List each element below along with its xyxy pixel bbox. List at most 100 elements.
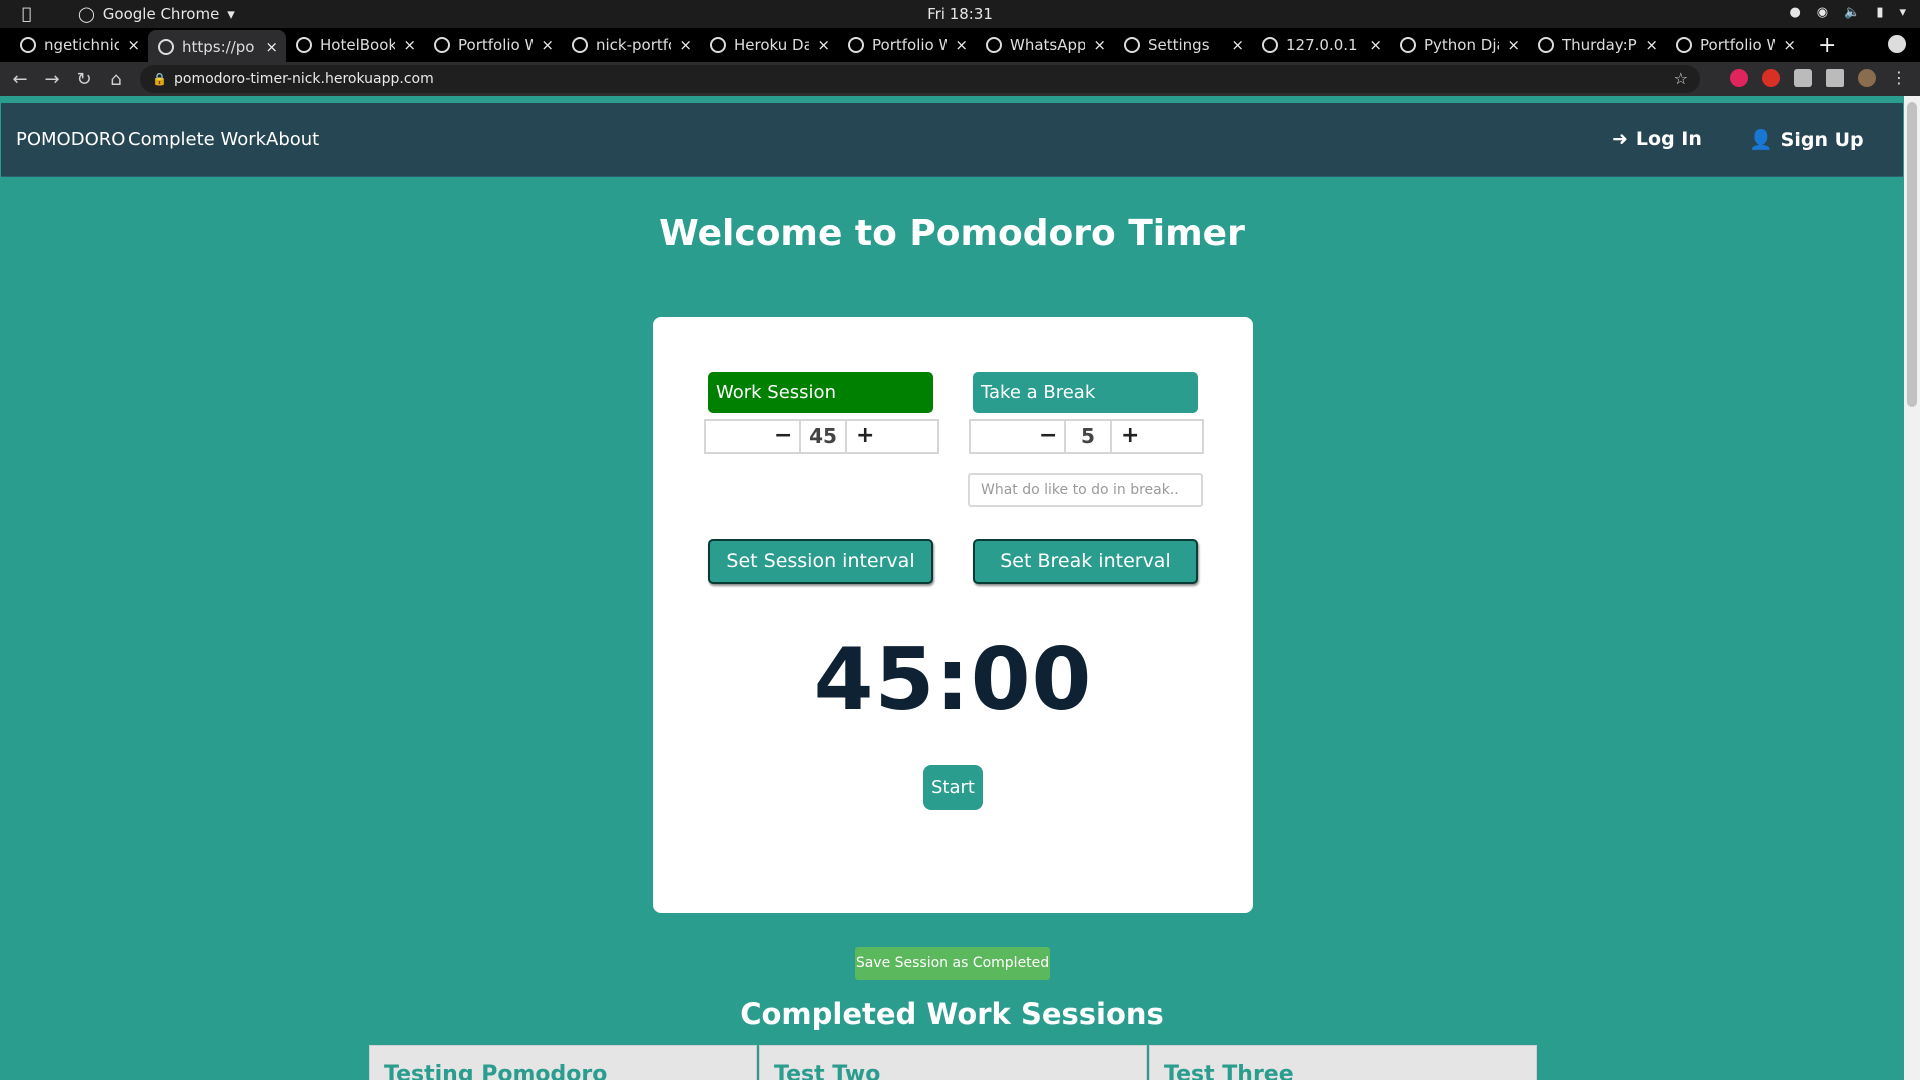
close-icon[interactable]: × [955,36,968,54]
chevron-down-icon[interactable]: ▾ [1899,5,1906,20]
close-icon[interactable]: × [1231,36,1244,54]
login-label: Log In [1635,128,1702,150]
tab-title: 127.0.0.1 [1286,36,1358,54]
break-increment-button[interactable]: + [1121,423,1139,448]
system-tray[interactable]: ● ◉ 🔈 ▮ ▾ [1789,5,1906,20]
nav-link-about[interactable]: About [266,129,319,150]
lock-icon[interactable]: 🔒 [152,65,167,93]
reload-icon[interactable]: ↻ [68,69,100,90]
page-scrollbar[interactable] [1904,96,1920,1080]
close-icon[interactable]: × [1783,36,1796,54]
browser-tab[interactable]: Portfolio W × [838,30,976,60]
login-link[interactable]: ➜ Log In [1612,128,1702,150]
url-input[interactable]: 🔒 pomodoro-timer-nick.herokuapp.com ☆ [140,65,1700,93]
work-session-button[interactable]: Work Session [708,372,933,413]
browser-tab[interactable]: ngetichnic × [10,30,148,60]
scrollbar-thumb[interactable] [1907,102,1917,407]
close-icon[interactable]: × [265,38,278,56]
break-decrement-button[interactable]: − [1039,423,1057,448]
tab-title: ngetichnic [44,36,120,54]
browser-tab[interactable]: 127.0.0.1 × [1252,30,1390,60]
signup-link[interactable]: 👤 Sign Up [1749,128,1864,152]
work-decrement-button[interactable]: − [774,423,792,448]
avatar[interactable] [1858,69,1876,87]
tab-title: nick-portfo [596,36,672,54]
session-card[interactable]: Test Two [759,1045,1147,1080]
browser-tab[interactable]: Thurday:P × [1528,30,1666,60]
break-activity-input[interactable]: What do like to do in break.. [968,473,1203,507]
session-card[interactable]: Test Three [1149,1045,1537,1080]
take-break-button[interactable]: Take a Break [973,372,1198,413]
close-icon[interactable]: × [1645,36,1658,54]
completed-sessions-list: Testing Pomodoro Test Two Test Three [369,1045,1537,1080]
set-break-interval-button[interactable]: Set Break interval [973,539,1198,584]
extension-hand-icon[interactable] [1762,69,1780,87]
session-card[interactable]: Testing Pomodoro [369,1045,757,1080]
tab-title: Heroku Da [734,36,810,54]
globe-icon [1676,37,1692,53]
gear-icon [1124,37,1140,53]
tab-search-icon[interactable] [1888,35,1906,53]
bookmark-star-icon[interactable]: ☆ [1674,65,1688,93]
nav-link-complete-work[interactable]: Complete Work [128,129,266,150]
heroku-icon [710,37,726,53]
home-icon[interactable]: ⌂ [100,69,132,90]
tab-title: Portfolio W [1700,36,1776,54]
browser-tab[interactable]: Portfolio W × [1666,30,1804,60]
close-icon[interactable]: × [679,36,692,54]
browser-tab[interactable]: Heroku Da × [700,30,838,60]
close-icon[interactable]: × [127,36,140,54]
globe-icon [434,37,450,53]
save-session-button[interactable]: Save Session as Completed [855,947,1050,980]
browser-tab[interactable]: https://po × [148,30,286,64]
completed-sessions-heading: Completed Work Sessions [740,997,1164,1031]
loading-icon [1538,37,1554,53]
tab-title: Python Dja [1424,36,1500,54]
globe-icon [1262,37,1278,53]
user-plus-icon: 👤 [1749,129,1773,151]
extensions: ⋮ [1730,69,1908,87]
timer-display: 45:00 [813,630,1093,730]
work-increment-button[interactable]: + [856,423,874,448]
accessibility-icon[interactable]: ● [1789,5,1800,20]
clock[interactable]: Fri 18:31 [0,5,1920,23]
whatsapp-icon [986,37,1002,53]
close-icon[interactable]: × [403,36,416,54]
set-session-interval-button[interactable]: Set Session interval [708,539,933,584]
volume-icon[interactable]: 🔈 [1844,5,1860,20]
brand-link[interactable]: POMODORO [16,129,125,150]
close-icon[interactable]: × [1507,36,1520,54]
tab-title: Thurday:P [1562,36,1637,54]
work-duration-value[interactable]: 45 [799,421,847,452]
media-icon[interactable] [1826,69,1844,87]
heroku-icon [572,37,588,53]
address-bar: ← → ↻ ⌂ 🔒 pomodoro-timer-nick.herokuapp.… [0,62,1920,96]
globe-icon [158,39,174,55]
close-icon[interactable]: × [817,36,830,54]
new-tab-button[interactable]: + [1818,33,1836,58]
break-duration-value[interactable]: 5 [1064,421,1112,452]
github-icon [20,37,36,53]
url-text: pomodoro-timer-nick.herokuapp.com [174,71,434,87]
browser-tab[interactable]: HotelBook × [286,30,424,60]
browser-tab[interactable]: Portfolio W × [424,30,562,60]
browser-tab[interactable]: WhatsApp × [976,30,1114,60]
extension-m-icon[interactable] [1730,69,1748,87]
timer-card: Work Session Take a Break − 45 + − 5 + W… [653,317,1253,913]
more-icon[interactable]: ⋮ [1890,69,1908,87]
tab-title: HotelBook [320,36,396,54]
back-icon[interactable]: ← [4,69,36,90]
close-icon[interactable]: × [1093,36,1106,54]
puzzle-icon[interactable] [1794,69,1812,87]
sign-in-icon: ➜ [1612,128,1628,150]
eye-icon[interactable]: ◉ [1817,5,1828,20]
battery-icon[interactable]: ▮ [1876,5,1883,20]
browser-tab[interactable]: Python Dja × [1390,30,1528,60]
close-icon[interactable]: × [541,36,554,54]
forward-icon[interactable]: → [36,69,68,90]
start-button[interactable]: Start [923,765,983,810]
close-icon[interactable]: × [1369,36,1382,54]
os-top-bar:  ◯ Google Chrome ▾ Fri 18:31 ● ◉ 🔈 ▮ ▾ [0,0,1920,28]
browser-tab[interactable]: Settings × [1114,30,1252,60]
browser-tab[interactable]: nick-portfo × [562,30,700,60]
